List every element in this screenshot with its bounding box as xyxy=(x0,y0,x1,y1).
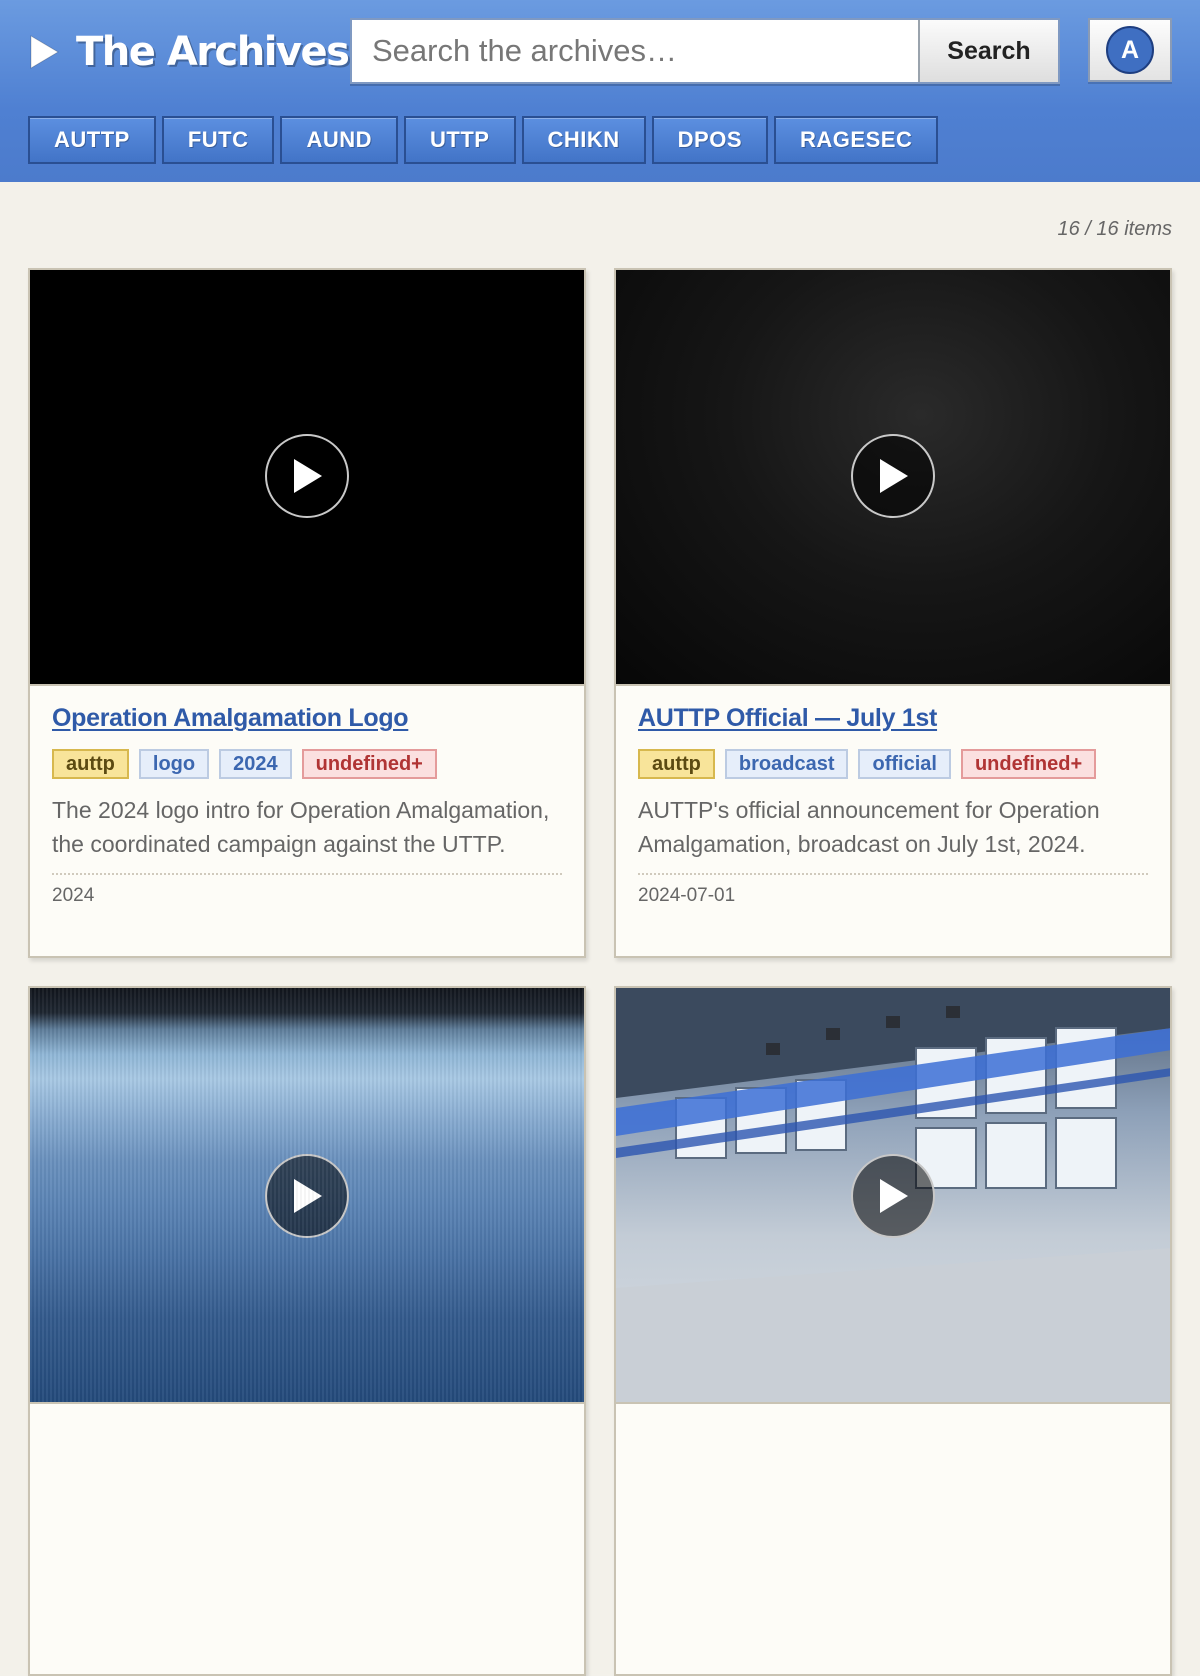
archive-card xyxy=(28,986,586,1676)
video-thumbnail[interactable] xyxy=(616,270,1170,686)
card-title-link[interactable]: Operation Amalgamation Logo xyxy=(52,704,409,733)
category-uttp[interactable]: UTTP xyxy=(404,116,516,164)
archive-card: Operation Amalgamation Logo auttp logo 2… xyxy=(28,268,586,958)
category-dpos[interactable]: DPOS xyxy=(651,116,769,164)
more-tags-badge[interactable]: undefined+ xyxy=(301,749,437,779)
tag-list: auttp logo 2024 undefined+ xyxy=(52,749,562,779)
tag-list: auttp broadcast official undefined+ xyxy=(638,749,1148,779)
archive-card xyxy=(614,986,1172,1676)
divider xyxy=(638,873,1148,875)
card-date: 2024 xyxy=(52,885,95,906)
tag[interactable]: auttp xyxy=(52,749,129,779)
video-thumbnail[interactable] xyxy=(616,988,1170,1404)
account-button[interactable]: A xyxy=(1088,18,1172,82)
play-button[interactable] xyxy=(265,434,349,518)
tag[interactable]: auttp xyxy=(638,749,715,779)
category-auttp[interactable]: AUTTP xyxy=(28,116,156,164)
play-icon xyxy=(294,459,322,493)
tag[interactable]: 2024 xyxy=(219,749,292,779)
video-thumbnail[interactable] xyxy=(30,270,584,686)
play-button[interactable] xyxy=(851,1154,935,1238)
category-ragesec[interactable]: RAGESEC xyxy=(774,116,939,164)
card-title-link[interactable]: AUTTP Official — July 1st xyxy=(638,704,937,733)
avatar: A xyxy=(1106,26,1154,74)
tag[interactable]: broadcast xyxy=(724,749,849,779)
video-thumbnail[interactable] xyxy=(30,988,584,1404)
tag[interactable]: official xyxy=(858,749,951,779)
search-input[interactable] xyxy=(352,20,918,82)
category-nav: AUTTP FUTC AUND UTTP CHIKN DPOS RAGESEC xyxy=(28,116,939,164)
tag[interactable]: logo xyxy=(138,749,210,779)
category-chikn[interactable]: CHIKN xyxy=(521,116,646,164)
search-button[interactable]: Search xyxy=(918,20,1058,82)
site-header: The Archives Search A AUTTP FUTC AUND UT… xyxy=(0,0,1200,182)
archive-grid: Operation Amalgamation Logo auttp logo 2… xyxy=(28,268,1172,1676)
search-bar: Search xyxy=(350,18,1060,84)
site-title: The Archives xyxy=(76,29,350,75)
archive-card: AUTTP Official — July 1st auttp broadcas… xyxy=(614,268,1172,958)
play-icon xyxy=(880,459,908,493)
play-button[interactable] xyxy=(851,434,935,518)
play-icon xyxy=(880,1179,908,1213)
play-triangle-icon xyxy=(30,35,59,69)
site-logo[interactable]: The Archives xyxy=(28,22,350,82)
card-body: AUTTP Official — July 1st auttp broadcas… xyxy=(616,686,1170,927)
card-description: AUTTP's official announcement for Operat… xyxy=(638,797,1100,857)
play-icon xyxy=(294,1179,322,1213)
category-futc[interactable]: FUTC xyxy=(161,116,275,164)
card-date: 2024-07-01 xyxy=(638,885,736,906)
category-aund[interactable]: AUND xyxy=(280,116,399,164)
item-count: 16 / 16 items xyxy=(1057,218,1172,240)
card-body: Operation Amalgamation Logo auttp logo 2… xyxy=(30,686,584,927)
card-description: The 2024 logo intro for Operation Amalga… xyxy=(52,797,550,857)
divider xyxy=(52,873,562,875)
more-tags-badge[interactable]: undefined+ xyxy=(960,749,1097,779)
play-button[interactable] xyxy=(265,1154,349,1238)
